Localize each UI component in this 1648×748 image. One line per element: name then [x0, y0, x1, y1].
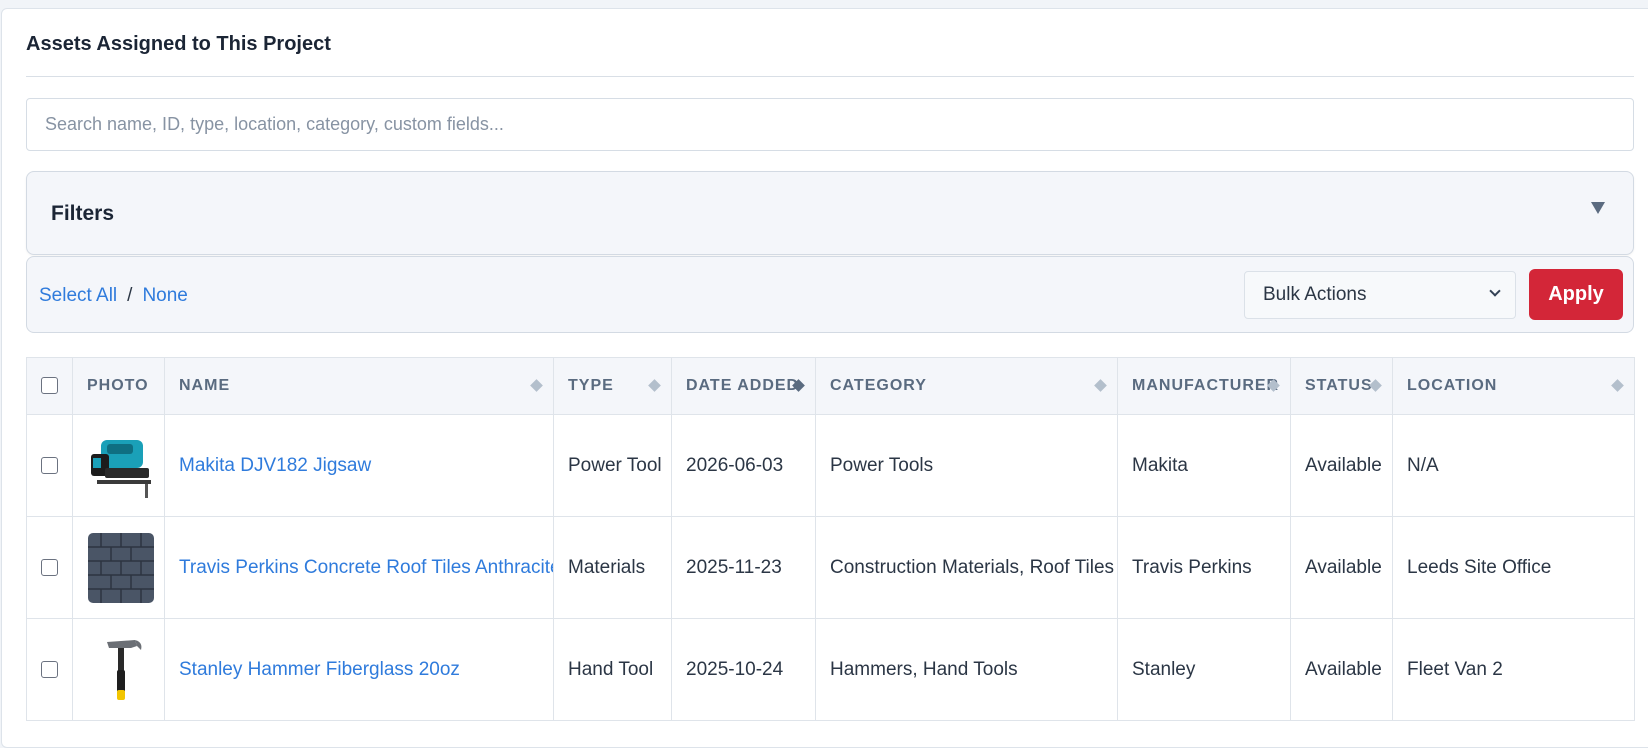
category-cell: Hammers, Hand Tools [815, 618, 1118, 721]
select-all-link[interactable]: Select All [39, 285, 117, 306]
photo-cell [72, 618, 165, 721]
row-checkbox[interactable] [41, 660, 58, 678]
category-cell: Construction Materials, Roof Tiles [815, 516, 1118, 619]
select-links: Select All / None [39, 257, 188, 334]
status-cell: Available [1290, 618, 1393, 721]
row-select-cell [26, 618, 73, 721]
location-cell: Leeds Site Office [1392, 516, 1635, 619]
row-checkbox[interactable] [41, 456, 58, 474]
photo-cell [72, 516, 165, 619]
date-cell: 2026-06-03 [671, 414, 816, 517]
column-manufacturer[interactable]: Manufacturer [1117, 357, 1291, 415]
type-cell: Power Tool [553, 414, 672, 517]
name-cell: Travis Perkins Concrete Roof Tiles Anthr… [164, 516, 554, 619]
type-cell: Materials [553, 516, 672, 619]
assets-card: Assets Assigned to This Project Filters … [1, 8, 1648, 748]
table-row: Stanley Hammer Fiberglass 20oz Hand Tool… [26, 618, 1635, 721]
apply-button[interactable]: Apply [1529, 269, 1623, 320]
assets-table: Photo Name Type Date Added Category Manu… [26, 357, 1635, 721]
sort-icon [1611, 379, 1624, 392]
column-location[interactable]: Location [1392, 357, 1635, 415]
hammer-photo [87, 633, 155, 706]
sort-icon [530, 379, 543, 392]
chevron-down-icon [1489, 285, 1501, 297]
assets-section: Assets Assigned to This Project Filters … [26, 9, 1635, 721]
section-title: Assets Assigned to This Project [26, 9, 1634, 77]
table-row: Travis Perkins Concrete Roof Tiles Anthr… [26, 516, 1635, 619]
column-type[interactable]: Type [553, 357, 672, 415]
location-cell: Fleet Van 2 [1392, 618, 1635, 721]
column-name[interactable]: Name [164, 357, 554, 415]
column-status-label: Status [1305, 377, 1373, 394]
asset-name-link[interactable]: Travis Perkins Concrete Roof Tiles Anthr… [179, 557, 553, 578]
category-cell: Power Tools [815, 414, 1118, 517]
header-select-cell [26, 357, 73, 415]
status-cell: Available [1290, 414, 1393, 517]
roof-tiles-photo [88, 532, 154, 603]
jigsaw-photo [87, 429, 155, 502]
manufacturer-cell: Makita [1117, 414, 1291, 517]
column-category-label: Category [830, 377, 927, 394]
bulk-actions-bar: Select All / None Bulk Actions Apply [26, 256, 1634, 333]
name-cell: Makita DJV182 Jigsaw [164, 414, 554, 517]
column-photo: Photo [72, 357, 165, 415]
select-none-link[interactable]: None [142, 285, 187, 306]
bulk-actions-select[interactable]: Bulk Actions [1244, 271, 1516, 319]
name-cell: Stanley Hammer Fiberglass 20oz [164, 618, 554, 721]
column-manufacturer-label: Manufacturer [1132, 377, 1280, 394]
asset-name-link[interactable]: Stanley Hammer Fiberglass 20oz [179, 659, 460, 680]
asset-name-link[interactable]: Makita DJV182 Jigsaw [179, 455, 371, 476]
column-location-label: Location [1407, 377, 1498, 394]
status-cell: Available [1290, 516, 1393, 619]
manufacturer-cell: Travis Perkins [1117, 516, 1291, 619]
bulk-actions-value: Bulk Actions [1263, 284, 1367, 305]
select-all-checkbox[interactable] [41, 377, 58, 395]
photo-cell [72, 414, 165, 517]
search-input[interactable] [26, 98, 1634, 151]
table-row: Makita DJV182 Jigsaw Power Tool 2026-06-… [26, 414, 1635, 517]
sort-icon [1094, 379, 1107, 392]
triangle-down-icon[interactable] [1591, 202, 1605, 214]
filters-title: Filters [51, 202, 115, 225]
row-select-cell [26, 516, 73, 619]
column-category[interactable]: Category [815, 357, 1118, 415]
column-name-label: Name [179, 377, 231, 394]
row-select-cell [26, 414, 73, 517]
location-cell: N/A [1392, 414, 1635, 517]
column-type-label: Type [568, 377, 614, 394]
date-cell: 2025-11-23 [671, 516, 816, 619]
select-separator: / [127, 285, 133, 306]
column-status[interactable]: Status [1290, 357, 1393, 415]
sort-icon [648, 379, 661, 392]
column-date-added[interactable]: Date Added [671, 357, 816, 415]
manufacturer-cell: Stanley [1117, 618, 1291, 721]
row-checkbox[interactable] [41, 558, 58, 576]
table-header-row: Photo Name Type Date Added Category Manu… [26, 357, 1635, 415]
date-cell: 2025-10-24 [671, 618, 816, 721]
type-cell: Hand Tool [553, 618, 672, 721]
filters-panel[interactable]: Filters [26, 171, 1634, 255]
column-date-added-label: Date Added [686, 377, 800, 394]
